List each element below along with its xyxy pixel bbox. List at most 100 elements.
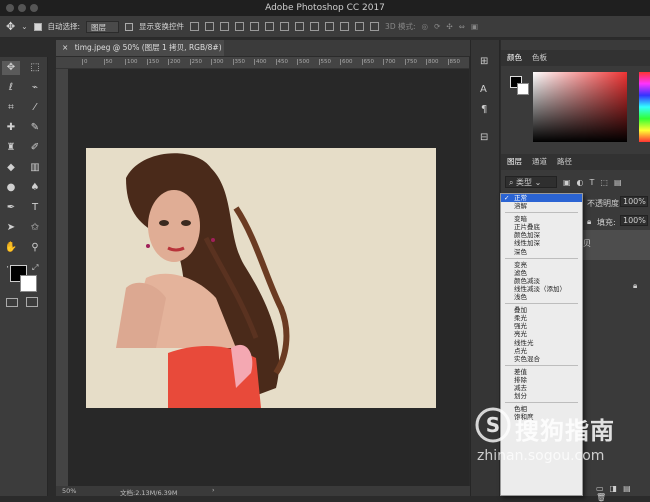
ruler-tick-label: 600: [340, 59, 353, 65]
swap-colors-icon[interactable]: ⤢: [32, 263, 38, 273]
clone-stamp-icon[interactable]: ♜: [2, 141, 20, 155]
blend-mode-label: 滤色: [514, 268, 527, 277]
status-menu-arrow[interactable]: ›: [212, 486, 215, 494]
tab-channels[interactable]: 通道: [532, 154, 547, 170]
document-image[interactable]: [86, 148, 436, 408]
quick-mask-icon[interactable]: [6, 298, 18, 307]
panel-background-swatch[interactable]: [517, 83, 529, 95]
blend-mode-item[interactable]: 排除: [501, 376, 582, 384]
layer-panel-footer-icons[interactable]: ▭◨▤🗑︎: [596, 484, 650, 502]
lock-icon[interactable]: 🔒︎: [587, 217, 591, 227]
document-tab[interactable]: × timg.jpeg @ 50% (图层 1 拷贝, RGB/8#) *: [56, 40, 224, 68]
blend-mode-item[interactable]: 溶解: [501, 202, 582, 210]
eraser-tool-icon[interactable]: ◆: [2, 161, 20, 175]
pen-tool-icon[interactable]: ✒: [2, 201, 20, 215]
ruler-tick-label: 400: [254, 59, 267, 65]
blend-mode-item[interactable]: 浅色: [501, 293, 582, 301]
crop-tool-icon[interactable]: ⌗: [2, 101, 20, 115]
sogou-watermark: S 搜狗指南 zhinan.sogou.com: [475, 403, 650, 464]
tab-layers[interactable]: 图层: [507, 154, 522, 170]
align-left-icon[interactable]: [235, 22, 245, 31]
blend-mode-item[interactable]: 滤色: [501, 269, 582, 277]
window-zoom-button[interactable]: [30, 4, 38, 12]
history-brush-icon[interactable]: ✐: [26, 141, 44, 155]
dodge-tool-icon[interactable]: ♠: [26, 181, 44, 195]
window-minimize-button[interactable]: [18, 4, 26, 12]
blend-mode-label: 线性减淡（添加）: [514, 284, 566, 293]
hue-slider[interactable]: [639, 72, 650, 142]
blend-mode-item[interactable]: 实色混合: [501, 355, 582, 363]
blend-mode-item[interactable]: 减去: [501, 384, 582, 392]
fill-input[interactable]: 100%: [620, 215, 648, 226]
align-vcenter-icon[interactable]: [205, 22, 215, 31]
paragraph-panel-icon[interactable]: ¶: [481, 104, 487, 115]
distribute-left-icon[interactable]: [325, 22, 335, 31]
auto-align-icon[interactable]: [370, 22, 380, 31]
move-tool-icon[interactable]: ✥: [6, 20, 15, 33]
blend-mode-item[interactable]: 深色: [501, 248, 582, 256]
blend-mode-item[interactable]: ✓ 正常: [501, 194, 582, 203]
3d-slide-icon[interactable]: ⇔: [459, 22, 465, 31]
color-field[interactable]: [533, 72, 627, 142]
close-tab-icon[interactable]: ×: [62, 43, 68, 52]
distribute-vcenter-icon[interactable]: [295, 22, 305, 31]
path-select-icon[interactable]: ➤: [2, 221, 20, 235]
shape-tool-icon[interactable]: ✩: [26, 221, 44, 235]
align-bottom-icon[interactable]: [220, 22, 230, 31]
type-tool-icon[interactable]: T: [26, 201, 44, 215]
blend-mode-item[interactable]: 差值: [501, 368, 582, 376]
tool-preset-dropdown[interactable]: ⌄: [21, 22, 27, 31]
show-transform-checkbox[interactable]: [125, 22, 134, 31]
blend-mode-item[interactable]: 叠加: [501, 306, 582, 314]
history-panel-icon[interactable]: ⊞: [480, 56, 488, 67]
distribute-bottom-icon[interactable]: [310, 22, 320, 31]
screen-mode-icon[interactable]: [26, 297, 38, 307]
blur-tool-icon[interactable]: ●: [2, 181, 20, 195]
portrait-image: [86, 148, 436, 408]
layer-filter-dropdown[interactable]: ⌕ 类型 ⌄: [505, 176, 557, 188]
distribute-top-icon[interactable]: [280, 22, 290, 31]
3d-roll-icon[interactable]: ⟳: [434, 22, 440, 31]
gradient-tool-icon[interactable]: ▥: [26, 161, 44, 175]
window-close-button[interactable]: [6, 4, 14, 12]
zoom-tool-icon[interactable]: ⚲: [26, 241, 44, 255]
blend-mode-item[interactable]: 点光: [501, 347, 582, 355]
marquee-tool-icon[interactable]: ⬚: [26, 61, 44, 75]
menu-separator: [505, 364, 578, 366]
hand-tool-icon[interactable]: ✋: [2, 241, 20, 255]
healing-brush-icon[interactable]: ✚: [2, 121, 20, 135]
background-color-swatch[interactable]: [20, 275, 37, 292]
blend-mode-item[interactable]: 线性光: [501, 339, 582, 347]
auto-select-dropdown[interactable]: 图层: [86, 20, 120, 33]
align-top-icon[interactable]: [190, 22, 200, 31]
opacity-input[interactable]: 100%: [620, 196, 648, 207]
blend-mode-item[interactable]: 颜色减淡: [501, 277, 582, 285]
blend-mode-item[interactable]: 划分: [501, 392, 582, 400]
3d-orbit-icon[interactable]: ◎: [422, 22, 429, 31]
3d-scale-icon[interactable]: ▣: [471, 22, 478, 31]
distribute-right-icon[interactable]: [355, 22, 365, 31]
align-right-icon[interactable]: [265, 22, 275, 31]
properties-panel-icon[interactable]: ⊟: [480, 132, 488, 143]
zoom-level[interactable]: 50%: [62, 487, 76, 495]
blend-mode-item[interactable]: 亮光: [501, 330, 582, 338]
align-hcenter-icon[interactable]: [250, 22, 260, 31]
eyedropper-tool-icon[interactable]: ⁄: [26, 101, 44, 115]
lasso-tool-icon[interactable]: ℓ: [2, 81, 20, 95]
blend-mode-item[interactable]: 变亮: [501, 261, 582, 269]
blend-mode-item[interactable]: 线性加深: [501, 239, 582, 247]
tab-color[interactable]: 颜色: [507, 50, 522, 66]
auto-select-checkbox[interactable]: [33, 22, 42, 31]
watermark-brand: 搜狗指南: [515, 417, 615, 445]
tab-swatches[interactable]: 色板: [532, 50, 547, 66]
blend-mode-item[interactable]: 线性减淡（添加）: [501, 285, 582, 293]
move-tool-icon[interactable]: ✥: [2, 61, 20, 75]
distribute-hcenter-icon[interactable]: [340, 22, 350, 31]
quick-select-tool-icon[interactable]: ⌁: [26, 81, 44, 95]
3d-pan-icon[interactable]: ✣: [446, 22, 452, 31]
character-panel-icon[interactable]: A: [480, 84, 487, 95]
brush-tool-icon[interactable]: ✎: [26, 121, 44, 135]
layer-filter-icons[interactable]: ▣◐T⬚▤: [563, 178, 628, 187]
tab-paths[interactable]: 路径: [557, 154, 572, 170]
ruler-tick-label: 0: [82, 59, 88, 65]
